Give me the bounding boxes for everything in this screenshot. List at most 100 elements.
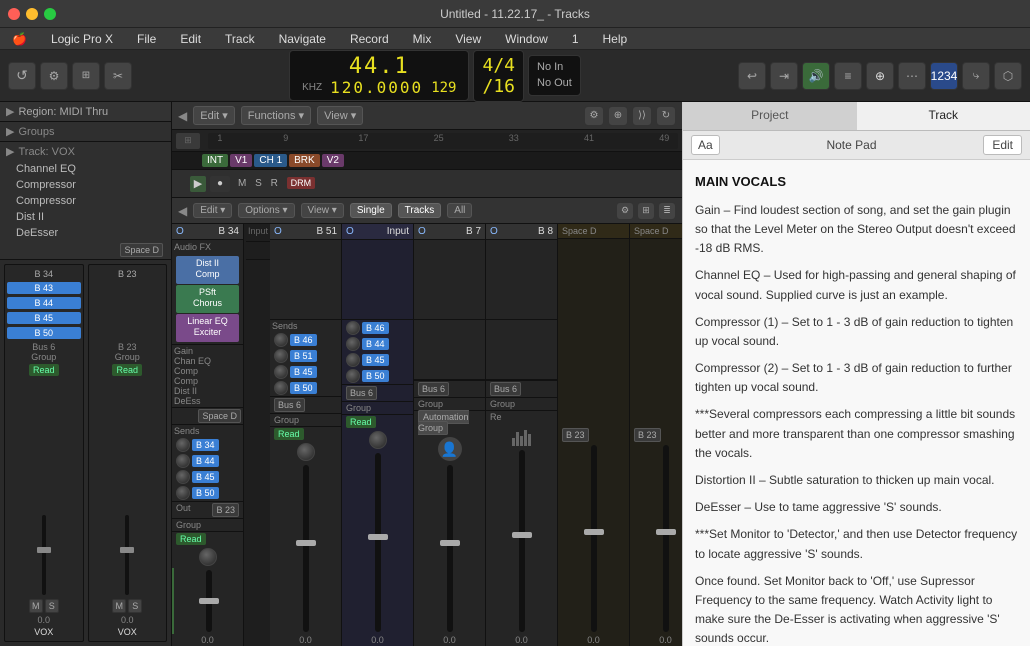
send-b50[interactable]: B 50 xyxy=(7,327,81,339)
send-knob-1[interactable] xyxy=(176,438,190,452)
cycle-btn[interactable]: ↺ xyxy=(8,62,36,90)
plugin-pshft[interactable]: PSftChorus xyxy=(176,285,239,313)
bounce-btn[interactable]: ⇥ xyxy=(770,62,798,90)
badge-v1[interactable]: V1 xyxy=(230,154,252,167)
plugin-channel-eq[interactable]: Channel EQ xyxy=(0,161,171,177)
nav-back[interactable]: ◀ xyxy=(178,204,187,218)
mixer-settings-btn[interactable]: ⚙ xyxy=(616,202,634,220)
fader-1[interactable] xyxy=(7,378,81,597)
export-btn[interactable]: ⬡ xyxy=(994,62,1022,90)
col3-fader[interactable] xyxy=(342,451,413,634)
rewind-btn[interactable]: ↩ xyxy=(738,62,766,90)
badge-v2[interactable]: V2 xyxy=(322,154,344,167)
col2-fader[interactable] xyxy=(270,463,341,634)
edit-dropdown[interactable]: Edit ▾ xyxy=(193,106,235,125)
menu-mix[interactable]: Mix xyxy=(409,30,436,48)
col6-fader[interactable] xyxy=(558,443,629,635)
menu-window[interactable]: Window xyxy=(501,30,552,48)
headphones-btn[interactable]: 1234 xyxy=(930,62,958,90)
close-button[interactable] xyxy=(8,8,20,20)
sk24[interactable] xyxy=(274,381,288,395)
more-btn[interactable]: ⋯ xyxy=(898,62,926,90)
sk31[interactable] xyxy=(346,321,360,335)
col7-fader[interactable] xyxy=(630,443,682,635)
view-tab[interactable]: View ▾ xyxy=(301,203,344,218)
plugin-lineareq[interactable]: Linear EQExciter xyxy=(176,314,239,342)
solo-btn-2[interactable]: S xyxy=(128,599,142,613)
eq-btn[interactable]: ⊞ xyxy=(72,62,100,90)
solo-btn-1[interactable]: S xyxy=(45,599,59,613)
auto-group-btn[interactable]: Automation Group xyxy=(418,410,469,435)
pan-3[interactable] xyxy=(369,431,387,449)
sk34[interactable] xyxy=(346,369,360,383)
mixer-grid-btn[interactable]: ⊞ xyxy=(637,202,655,220)
plugin-compressor2[interactable]: Compressor xyxy=(0,193,171,209)
mute-btn-2[interactable]: M xyxy=(112,599,126,613)
col5-fader[interactable] xyxy=(486,448,557,634)
pan-2[interactable] xyxy=(297,443,315,461)
font-size-btn[interactable]: Aa xyxy=(691,135,720,155)
options-tab[interactable]: Options ▾ xyxy=(238,203,294,218)
col1-fader[interactable] xyxy=(172,568,243,634)
sk32[interactable] xyxy=(346,337,360,351)
menu-1[interactable]: 1 xyxy=(568,30,583,48)
ruler-settings[interactable]: ⊞ xyxy=(176,133,200,149)
edit-tab[interactable]: Edit ▾ xyxy=(193,203,232,218)
menu-view[interactable]: View xyxy=(451,30,485,48)
plugin-dist[interactable]: Dist II xyxy=(0,209,171,225)
scissors-btn[interactable]: ✂ xyxy=(104,62,132,90)
all-tab[interactable]: All xyxy=(447,203,472,218)
plugin-dist-comp[interactable]: Dist IIComp xyxy=(176,256,239,284)
fullscreen-button[interactable] xyxy=(44,8,56,20)
menu-help[interactable]: Help xyxy=(599,30,632,48)
col4-fader[interactable] xyxy=(414,463,485,634)
menu-edit[interactable]: Edit xyxy=(176,30,205,48)
sk23[interactable] xyxy=(274,365,288,379)
badge-brk[interactable]: BRK xyxy=(289,154,320,167)
send-b45[interactable]: B 45 xyxy=(7,312,81,324)
config-btn[interactable]: ⚙ xyxy=(584,106,604,126)
tab-track[interactable]: Track xyxy=(857,102,1030,130)
sk22[interactable] xyxy=(274,349,288,363)
pan-knob-1[interactable] xyxy=(199,548,217,566)
tab-project[interactable]: Project xyxy=(683,102,857,130)
bounce2-btn[interactable]: ⤷ xyxy=(962,62,990,90)
groups-header[interactable]: ▶ Groups xyxy=(0,122,171,141)
badge-ch1[interactable]: CH 1 xyxy=(254,154,287,167)
plugin-compressor1[interactable]: Compressor xyxy=(0,177,171,193)
fader-2[interactable] xyxy=(91,378,165,597)
menu-track[interactable]: Track xyxy=(221,30,259,48)
edit-notepad-btn[interactable]: Edit xyxy=(983,135,1022,155)
send-b44[interactable]: B 44 xyxy=(7,297,81,309)
tracks-tab[interactable]: Tracks xyxy=(398,203,442,218)
plugin-deesser[interactable]: DeEsser xyxy=(0,225,171,241)
send-knob-3[interactable] xyxy=(176,470,190,484)
loop-icon[interactable]: ↻ xyxy=(656,106,676,126)
apple-menu[interactable]: 🍎 xyxy=(8,30,31,48)
rec-btn[interactable]: ⊕ xyxy=(866,62,894,90)
arrow-icon[interactable]: ⟩⟩ xyxy=(632,106,652,126)
functions-dropdown[interactable]: Functions ▾ xyxy=(241,106,311,125)
midi-btn[interactable]: ≡ xyxy=(834,62,862,90)
minimize-button[interactable] xyxy=(26,8,38,20)
menu-file[interactable]: File xyxy=(133,30,160,48)
view-dropdown[interactable]: View ▾ xyxy=(317,106,363,125)
badge-int[interactable]: INT xyxy=(202,154,228,167)
track-header-inspector[interactable]: ▶ Track: VOX xyxy=(0,142,171,161)
play-btn[interactable]: ▶ xyxy=(190,176,206,192)
sk21[interactable] xyxy=(274,333,288,347)
monitor-btn[interactable]: 🔊 xyxy=(802,62,830,90)
mute-btn-1[interactable]: M xyxy=(29,599,43,613)
rec-track-btn[interactable]: ● xyxy=(210,176,230,192)
menu-navigate[interactable]: Navigate xyxy=(275,30,330,48)
single-tab[interactable]: Single xyxy=(350,203,392,218)
send-knob-4[interactable] xyxy=(176,486,190,500)
midi-icon[interactable]: ⊕ xyxy=(608,106,628,126)
send-b43[interactable]: B 43 xyxy=(7,282,81,294)
menu-record[interactable]: Record xyxy=(346,30,393,48)
send-knob-2[interactable] xyxy=(176,454,190,468)
settings-btn[interactable]: ⚙ xyxy=(40,62,68,90)
menu-logic[interactable]: Logic Pro X xyxy=(47,30,117,48)
sk33[interactable] xyxy=(346,353,360,367)
mixer-cols-btn[interactable]: ≣ xyxy=(658,202,676,220)
